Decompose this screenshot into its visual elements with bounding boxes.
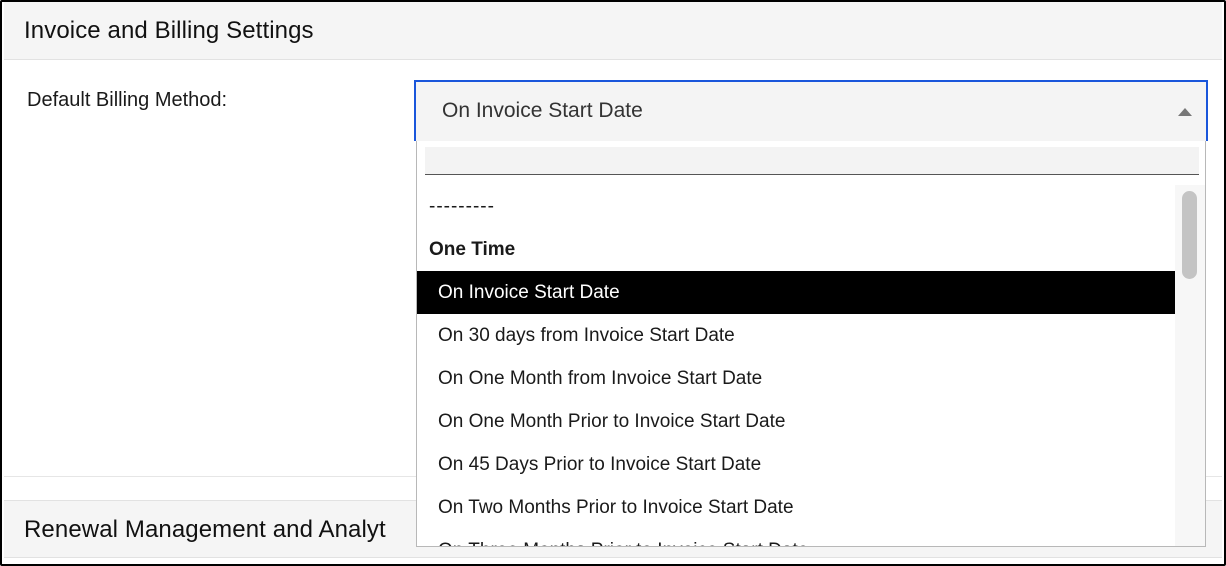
option-45-days-prior[interactable]: On 45 Days Prior to Invoice Start Date: [417, 443, 1175, 486]
billing-method-dropdown: --------- One Time On Invoice Start Date…: [416, 141, 1206, 547]
option-group-one-time: One Time: [429, 239, 516, 260]
option-on-invoice-start-date[interactable]: On Invoice Start Date: [417, 271, 1175, 314]
dropdown-scrollbar[interactable]: [1175, 185, 1205, 546]
default-billing-method-select[interactable]: On Invoice Start Date: [414, 80, 1208, 141]
option-one-month-from-start[interactable]: On One Month from Invoice Start Date: [417, 357, 1175, 400]
selected-billing-method: On Invoice Start Date: [442, 99, 643, 122]
renewal-section-title: Renewal Management and Analyt: [24, 516, 386, 543]
option-30-days-from-start[interactable]: On 30 days from Invoice Start Date: [417, 314, 1175, 357]
settings-panel: Invoice and Billing Settings Default Bil…: [0, 0, 1226, 566]
dropdown-search-input[interactable]: [425, 147, 1199, 175]
option-two-months-prior[interactable]: On Two Months Prior to Invoice Start Dat…: [417, 486, 1175, 529]
default-billing-method-label: Default Billing Method:: [27, 89, 228, 111]
invoice-billing-section-header[interactable]: Invoice and Billing Settings: [4, 2, 1222, 60]
dropdown-options-list: --------- One Time On Invoice Start Date…: [417, 185, 1175, 546]
invoice-billing-section-title: Invoice and Billing Settings: [24, 17, 314, 44]
option-empty[interactable]: ---------: [417, 185, 1175, 228]
scrollbar-thumb[interactable]: [1182, 191, 1197, 279]
option-one-month-prior[interactable]: On One Month Prior to Invoice Start Date: [417, 400, 1175, 443]
option-three-months-prior[interactable]: On Three Months Prior to Invoice Start D…: [417, 529, 1175, 546]
caret-up-icon[interactable]: [1178, 108, 1192, 116]
